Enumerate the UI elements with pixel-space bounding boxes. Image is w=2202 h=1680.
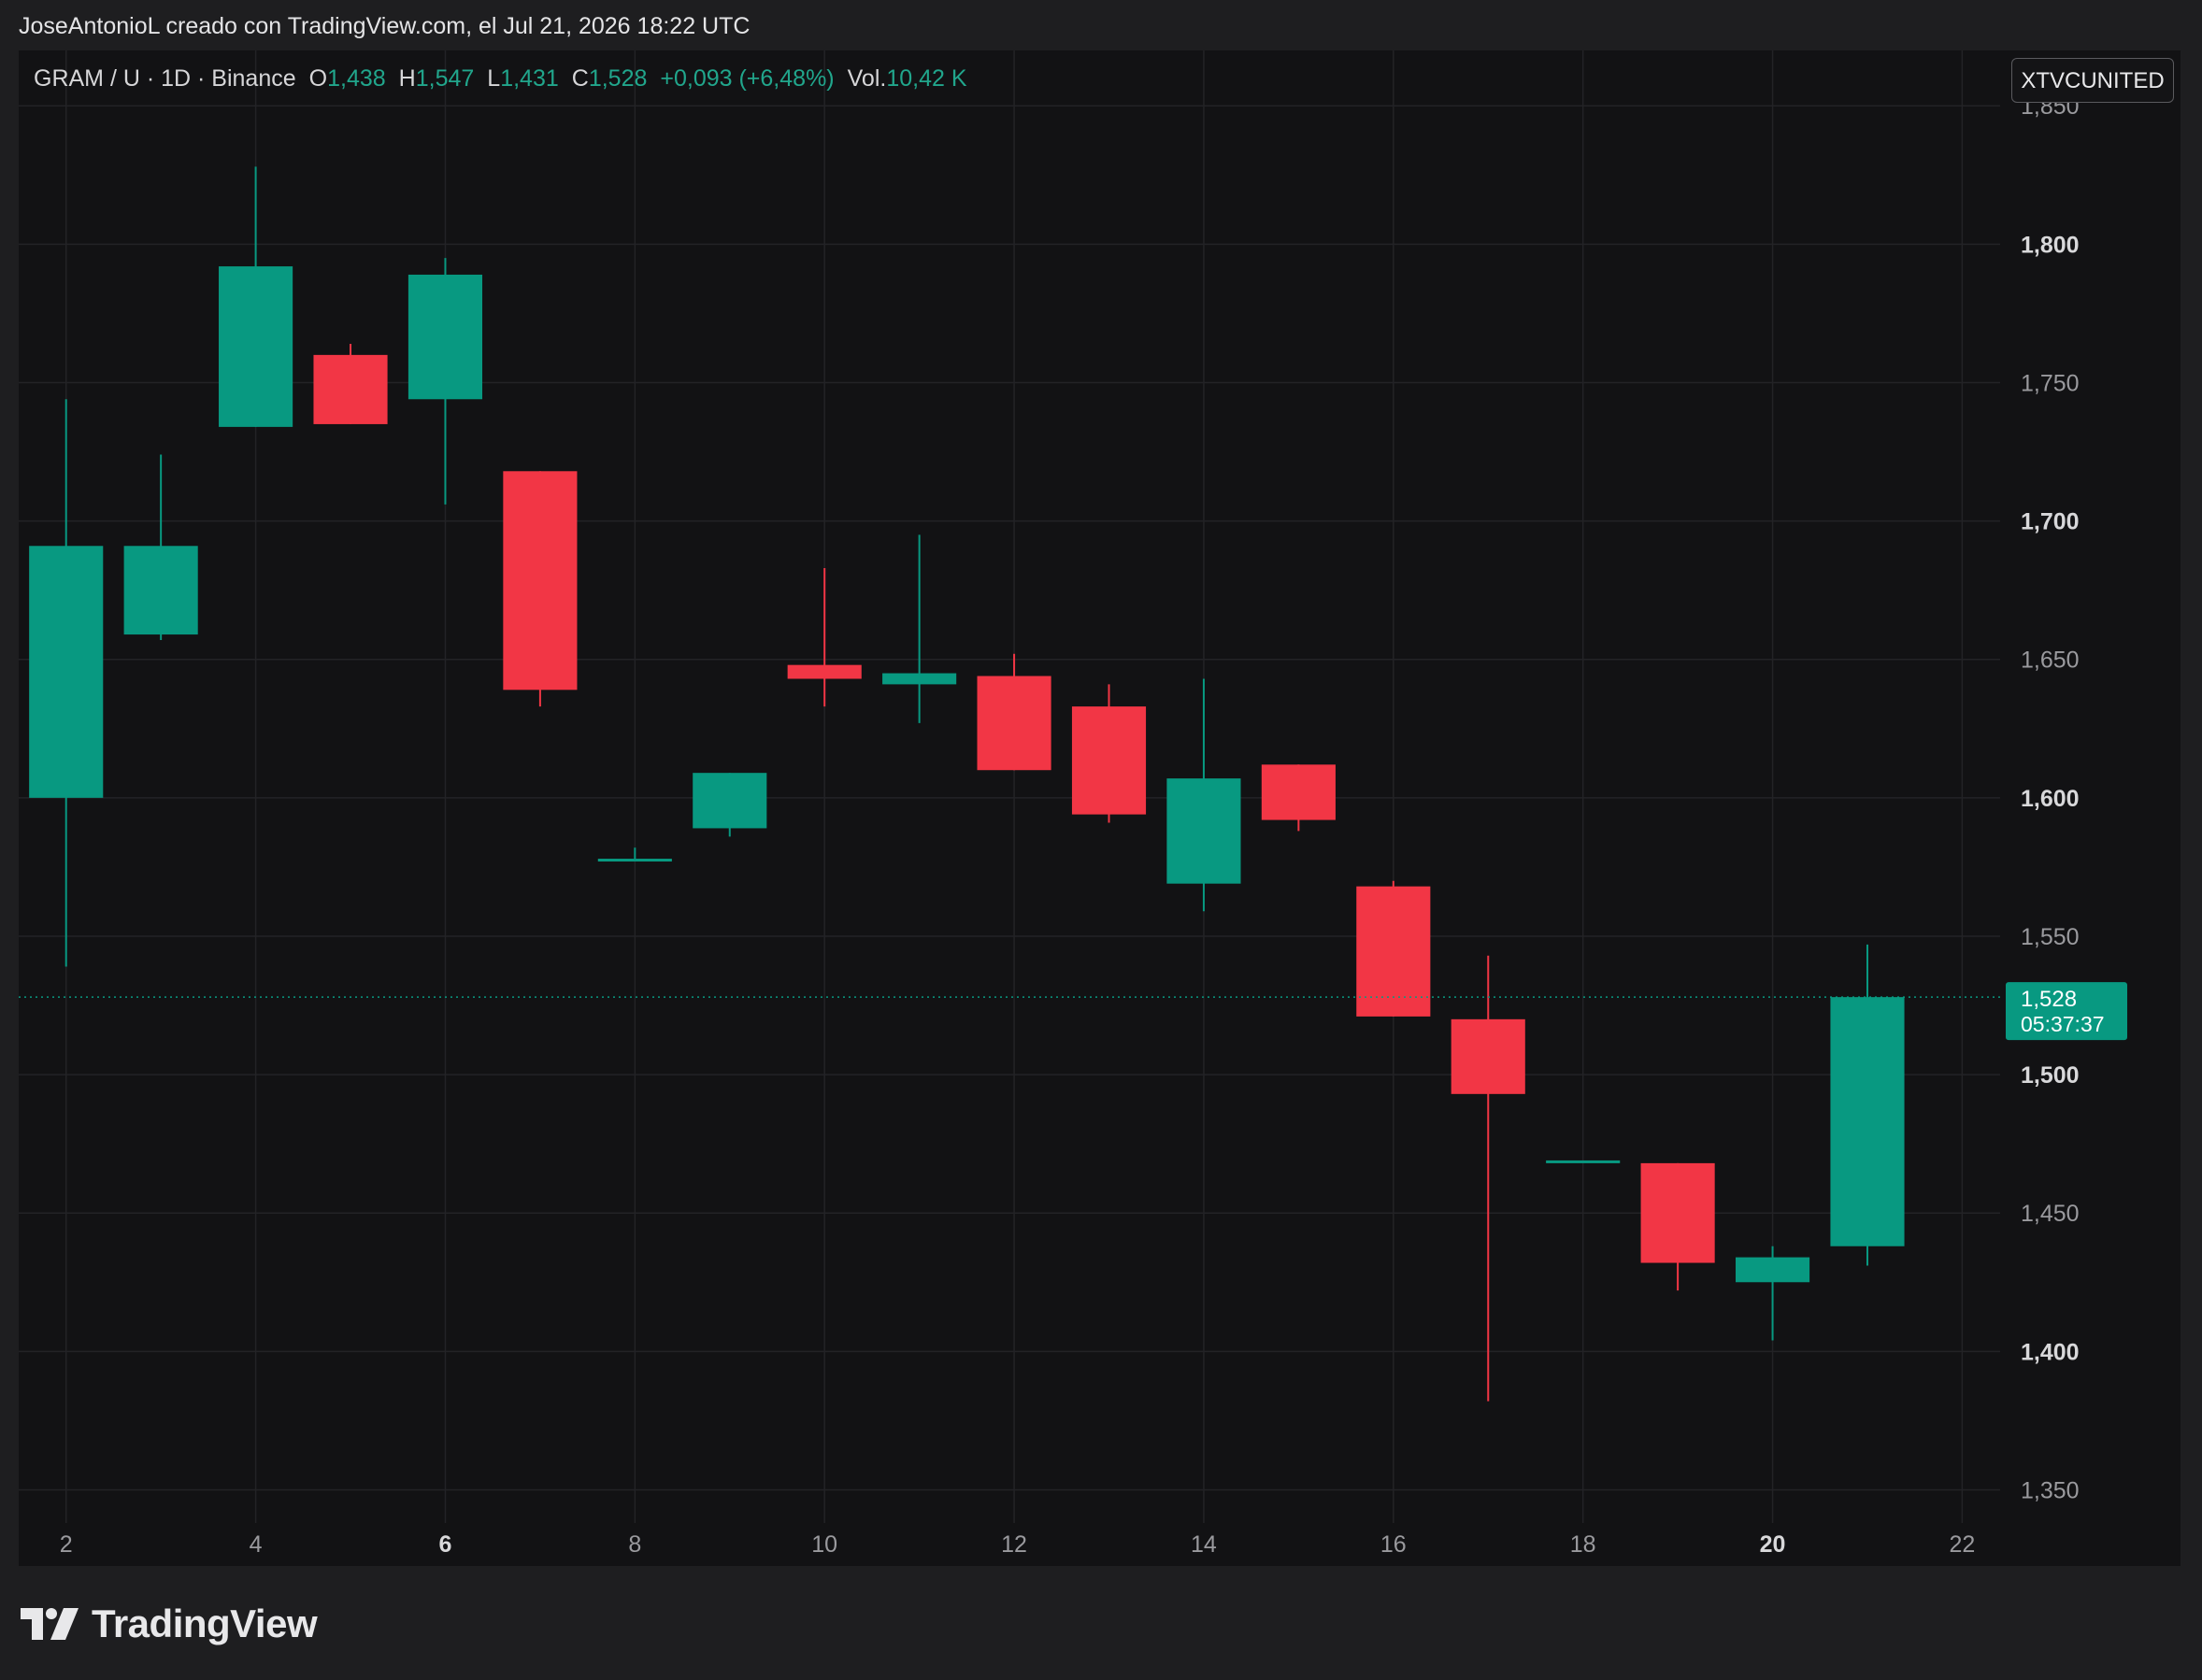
- x-tick-label: 16: [1380, 1531, 1407, 1558]
- watermark-badge[interactable]: XTVCUNITED: [2011, 58, 2174, 103]
- y-tick-label: 1,650: [2021, 648, 2080, 674]
- candle-body: [1261, 764, 1336, 820]
- close-value: 1,528: [588, 65, 648, 92]
- y-tick-label: 1,600: [2021, 786, 2080, 812]
- y-tick-label: 1,500: [2021, 1062, 2080, 1089]
- candle-body: [1735, 1257, 1810, 1283]
- last-price-value: 1,528: [2021, 987, 2077, 1012]
- candle-body: [123, 546, 198, 635]
- last-price-label: 1,52805:37:37: [2006, 982, 2127, 1041]
- volume-label: Vol.: [847, 65, 887, 92]
- candle-body: [1830, 997, 1905, 1246]
- symbol-info[interactable]: GRAM / U · 1D · Binance: [34, 65, 296, 92]
- candle-body: [977, 676, 1051, 771]
- y-tick-label: 1,750: [2021, 370, 2080, 396]
- candle-body: [787, 664, 862, 679]
- candle-body: [1451, 1018, 1525, 1094]
- y-tick-label: 1,800: [2021, 232, 2080, 258]
- open-value: 1,438: [327, 65, 386, 92]
- y-tick-label: 1,400: [2021, 1339, 2080, 1365]
- tradingview-logo[interactable]: TradingView: [21, 1602, 318, 1646]
- tradingview-logo-icon: [21, 1608, 79, 1640]
- ohlc-legend: GRAM / U · 1D · Binance O1,438 H1,547 L1,43…: [34, 65, 967, 93]
- candle-body: [597, 859, 672, 862]
- axes: 1,8501,8001,7501,7001,6501,6001,5501,500…: [60, 93, 2127, 1558]
- candles: [19, 166, 2000, 1402]
- y-tick-label: 1,450: [2021, 1201, 2080, 1227]
- x-tick-label: 10: [811, 1531, 837, 1558]
- x-tick-label: 4: [250, 1531, 263, 1558]
- volume-value: 10,42 K: [886, 65, 967, 92]
- low-label: L: [487, 65, 501, 92]
- candle-body: [219, 266, 293, 427]
- open-label: O: [308, 65, 328, 92]
- x-tick-label: 22: [1950, 1531, 1976, 1558]
- x-tick-label: 20: [1760, 1531, 1786, 1558]
- x-tick-label: 8: [628, 1531, 641, 1558]
- x-tick-label: 6: [439, 1531, 452, 1558]
- candle-body: [408, 274, 483, 400]
- x-tick-label: 2: [60, 1531, 73, 1558]
- candle-body: [503, 471, 578, 691]
- candle-body: [1546, 1160, 1621, 1163]
- candle-body: [29, 546, 104, 798]
- tradingview-logo-text: TradingView: [92, 1602, 318, 1645]
- x-tick-label: 18: [1570, 1531, 1596, 1558]
- candle-body: [882, 673, 957, 685]
- high-label: H: [398, 65, 416, 92]
- countdown-timer: 05:37:37: [2021, 1012, 2105, 1036]
- low-value: 1,431: [500, 65, 559, 92]
- candle-body: [1071, 706, 1147, 815]
- candle-body: [1166, 778, 1241, 884]
- y-tick-label: 1,700: [2021, 509, 2080, 535]
- y-tick-label: 1,550: [2021, 924, 2080, 950]
- grid-lines: [19, 50, 2000, 1523]
- candlestick-chart[interactable]: 1,8501,8001,7501,7001,6501,6001,5501,500…: [0, 0, 2202, 1680]
- candle-body: [313, 354, 388, 424]
- x-tick-label: 12: [1001, 1531, 1027, 1558]
- high-value: 1,547: [415, 65, 475, 92]
- change-value: +0,093 (+6,48%): [660, 65, 835, 92]
- x-tick-label: 14: [1191, 1531, 1217, 1558]
- close-label: C: [571, 65, 589, 92]
- candle-body: [693, 773, 767, 829]
- candle-body: [1640, 1162, 1715, 1263]
- y-tick-label: 1,350: [2021, 1477, 2080, 1503]
